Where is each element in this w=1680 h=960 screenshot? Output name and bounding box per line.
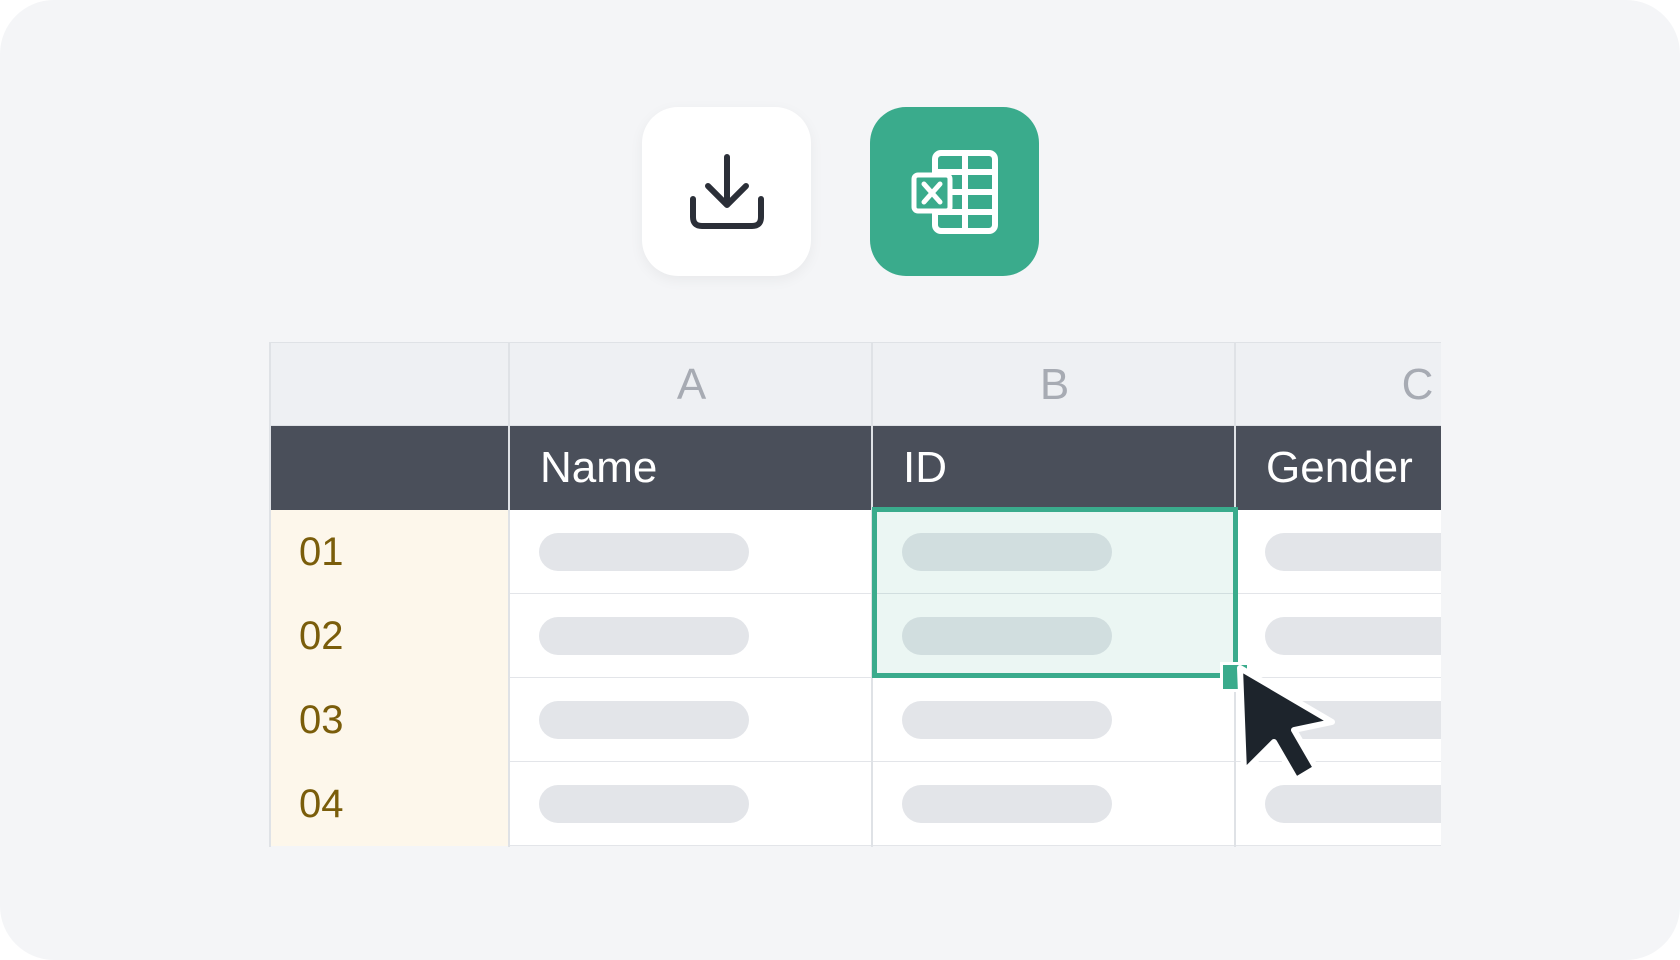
header-row: Name ID Gender (269, 426, 1441, 510)
arrow-cursor-icon (1237, 665, 1335, 783)
row-number[interactable]: 04 (269, 762, 509, 846)
header-id[interactable]: ID (873, 426, 1236, 510)
cell-placeholder[interactable] (539, 701, 749, 739)
cell-placeholder[interactable] (1265, 785, 1441, 823)
cell-placeholder[interactable] (1265, 617, 1441, 655)
cell-placeholder[interactable] (902, 701, 1112, 739)
cell-placeholder[interactable] (902, 785, 1112, 823)
excel-icon (911, 149, 998, 234)
cell-placeholder[interactable] (539, 785, 749, 823)
sheet-left-border (269, 342, 271, 847)
selected-range[interactable] (872, 507, 1238, 678)
table-row: 01 (269, 510, 1441, 594)
excel-export-button[interactable] (870, 107, 1039, 276)
column-letter-c[interactable]: C (1236, 343, 1441, 427)
column-letter-bar: A B C (269, 342, 1441, 426)
cell-placeholder[interactable] (539, 617, 749, 655)
header-gender[interactable]: Gender (1236, 426, 1441, 510)
download-button[interactable] (642, 107, 811, 276)
column-letter-b[interactable]: B (873, 343, 1236, 427)
row-number[interactable]: 01 (269, 510, 509, 594)
cell-placeholder[interactable] (1265, 533, 1441, 571)
column-letter-a[interactable]: A (510, 343, 873, 427)
download-icon (689, 153, 764, 229)
cell-placeholder[interactable] (539, 533, 749, 571)
row-number[interactable]: 02 (269, 594, 509, 678)
illustration-card: A B C Name ID Gender 01 02 03 04 (0, 0, 1680, 960)
row-number[interactable]: 03 (269, 678, 509, 762)
header-name[interactable]: Name (510, 426, 873, 510)
column-divider (508, 342, 510, 847)
